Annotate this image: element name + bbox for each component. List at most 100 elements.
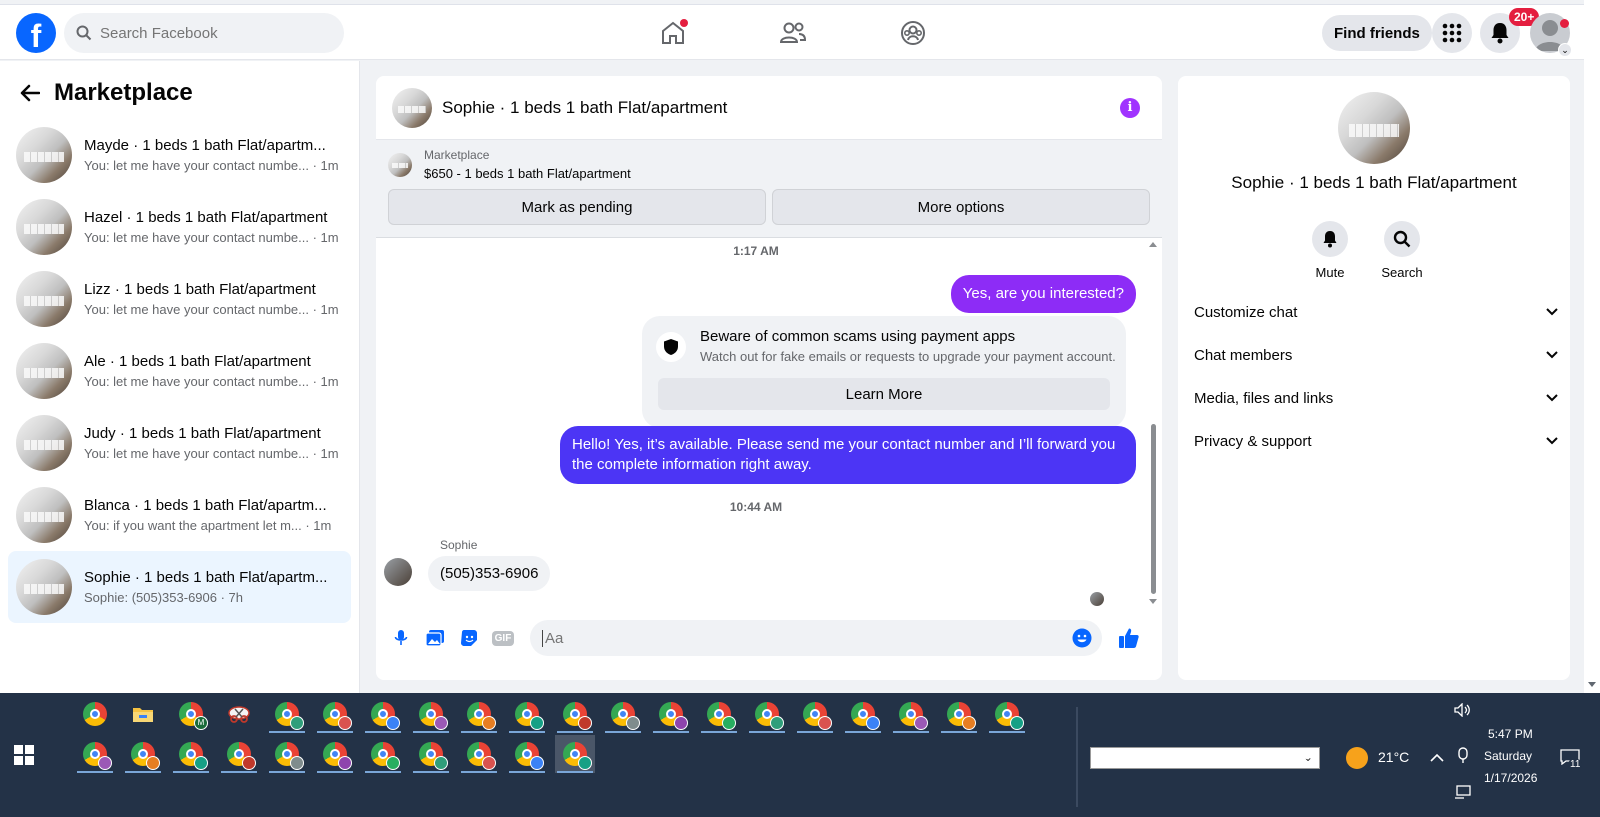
info-icon[interactable]: i <box>1120 98 1140 118</box>
attach-photo-button[interactable] <box>418 620 452 656</box>
menu-button[interactable] <box>1432 13 1472 53</box>
chrome-taskbar-button[interactable] <box>363 695 403 733</box>
conversation-item-active[interactable]: Sophie · 1 beds 1 bath Flat/apartm... Sop… <box>8 551 351 623</box>
chrome-taskbar-button[interactable] <box>507 735 547 773</box>
section-label: Media, files and links <box>1194 389 1334 407</box>
search-input[interactable] <box>100 24 320 42</box>
scroll-thumb[interactable] <box>1151 424 1156 594</box>
conversation-item[interactable]: Mayde · 1 beds 1 bath Flat/apartm... You:… <box>8 119 351 191</box>
conversation-item[interactable]: Judy · 1 beds 1 bath Flat/apartment You: … <box>8 407 351 479</box>
mute-action[interactable]: Mute <box>1300 221 1360 280</box>
facebook-logo[interactable]: f <box>16 13 56 53</box>
chrome-taskbar-button[interactable] <box>795 695 835 733</box>
voice-clip-button[interactable] <box>384 620 418 656</box>
friends-tab[interactable] <box>760 11 826 55</box>
chrome-taskbar-button[interactable] <box>411 735 451 773</box>
outgoing-message[interactable]: Hello! Yes, it’s available. Please send … <box>560 426 1136 484</box>
learn-more-button[interactable]: Learn More <box>658 378 1110 410</box>
chrome-taskbar-button[interactable] <box>603 695 643 733</box>
chrome-taskbar-button[interactable] <box>315 735 355 773</box>
chrome-icon <box>755 702 784 730</box>
windows-start-icon[interactable] <box>14 745 34 765</box>
chat-title[interactable]: Sophie · 1 beds 1 bath Flat/apartment <box>442 98 727 118</box>
chrome-taskbar-button[interactable] <box>459 735 499 773</box>
gif-button[interactable]: GIF <box>486 620 520 656</box>
chrome-icon <box>179 742 208 770</box>
chrome-taskbar-button[interactable] <box>939 695 979 733</box>
file-explorer-button[interactable] <box>123 695 163 733</box>
chrome-taskbar-button[interactable] <box>315 695 355 733</box>
chrome-taskbar-button[interactable] <box>651 695 691 733</box>
find-friends-button[interactable]: Find friends <box>1322 15 1432 51</box>
network-icon[interactable] <box>1454 785 1472 799</box>
chrome-taskbar-button[interactable] <box>411 695 451 733</box>
snipping-tool-button[interactable] <box>219 695 259 733</box>
sender-avatar[interactable] <box>384 558 412 586</box>
chrome-taskbar-button[interactable] <box>219 735 259 773</box>
clock-day[interactable]: Saturday <box>1484 749 1532 763</box>
profile-badge-icon <box>578 756 592 770</box>
emoji-icon[interactable] <box>1072 628 1092 648</box>
section-media-files-links[interactable]: Media, files and links <box>1194 378 1558 418</box>
weather-temperature[interactable]: 21°C <box>1378 749 1409 765</box>
chrome-taskbar-button[interactable]: M <box>171 695 211 733</box>
meet-now-icon[interactable] <box>1456 747 1470 765</box>
chat-avatar[interactable] <box>392 87 432 128</box>
chrome-taskbar-button[interactable] <box>171 735 211 773</box>
scroll-down-icon[interactable] <box>1587 681 1597 689</box>
search-action[interactable]: Search <box>1372 221 1432 280</box>
conversation-item[interactable]: Ale · 1 beds 1 bath Flat/apartment You: l… <box>8 335 351 407</box>
mark-as-pending-button[interactable]: Mark as pending <box>388 189 766 225</box>
message-input[interactable] <box>542 629 1042 647</box>
scroll-down-icon[interactable] <box>1148 598 1158 606</box>
more-options-button[interactable]: More options <box>772 189 1150 225</box>
chat-scrollbar[interactable] <box>1148 238 1158 608</box>
chrome-taskbar-button[interactable] <box>699 695 739 733</box>
chat-profile-image[interactable] <box>1338 92 1410 164</box>
listing-title[interactable]: $650 - 1 beds 1 bath Flat/apartment <box>424 166 631 181</box>
chrome-taskbar-button[interactable] <box>363 735 403 773</box>
refresh-icon[interactable]: ↻ <box>1300 745 1320 769</box>
like-button[interactable] <box>1112 620 1146 656</box>
conversation-item[interactable]: Blanca · 1 beds 1 bath Flat/apartm... You… <box>8 479 351 551</box>
clock-date[interactable]: 1/17/2026 <box>1484 771 1537 785</box>
home-tab[interactable] <box>640 11 706 55</box>
groups-tab[interactable] <box>880 11 946 55</box>
chrome-taskbar-button[interactable] <box>507 695 547 733</box>
chrome-taskbar-button[interactable] <box>891 695 931 733</box>
chevron-down-icon[interactable]: ⌄ <box>1558 43 1572 57</box>
toolbar-address-box[interactable]: ⌄ <box>1090 747 1320 769</box>
message-input-box[interactable] <box>530 620 1102 656</box>
chrome-taskbar-button[interactable] <box>459 695 499 733</box>
search-icon <box>1393 230 1411 248</box>
section-label: Privacy & support <box>1194 432 1312 450</box>
chrome-taskbar-button[interactable] <box>75 695 115 733</box>
chrome-taskbar-button[interactable] <box>747 695 787 733</box>
clock-time[interactable]: 5:47 PM <box>1488 727 1533 741</box>
section-customize-chat[interactable]: Customize chat <box>1194 292 1558 332</box>
chrome-taskbar-button[interactable] <box>843 695 883 733</box>
conversation-item[interactable]: Hazel · 1 beds 1 bath Flat/apartment You:… <box>8 191 351 263</box>
chrome-taskbar-button[interactable] <box>555 735 595 773</box>
search-box[interactable] <box>64 13 344 53</box>
back-arrow-icon[interactable] <box>20 84 40 102</box>
sticker-button[interactable] <box>452 620 486 656</box>
chrome-taskbar-button[interactable] <box>75 735 115 773</box>
section-chat-members[interactable]: Chat members <box>1194 335 1558 375</box>
section-privacy-support[interactable]: Privacy & support <box>1194 421 1558 461</box>
chrome-icon <box>467 702 496 730</box>
page-scrollbar[interactable] <box>1584 0 1600 693</box>
weather-sun-icon[interactable] <box>1346 747 1368 769</box>
speaker-icon[interactable] <box>1454 703 1472 717</box>
chrome-taskbar-button[interactable] <box>267 695 307 733</box>
scroll-up-icon[interactable] <box>1148 240 1158 248</box>
outgoing-message[interactable]: Yes, are you interested? <box>950 275 1136 313</box>
conversation-item[interactable]: Lizz · 1 beds 1 bath Flat/apartment You: … <box>8 263 351 335</box>
taskbar-separator <box>1076 707 1078 807</box>
chrome-taskbar-button[interactable] <box>555 695 595 733</box>
incoming-message[interactable]: (505)353-6906 <box>428 556 551 591</box>
chevron-up-icon[interactable] <box>1430 753 1444 762</box>
chrome-taskbar-button[interactable] <box>267 735 307 773</box>
chrome-taskbar-button[interactable] <box>987 695 1027 733</box>
chrome-taskbar-button[interactable] <box>123 735 163 773</box>
